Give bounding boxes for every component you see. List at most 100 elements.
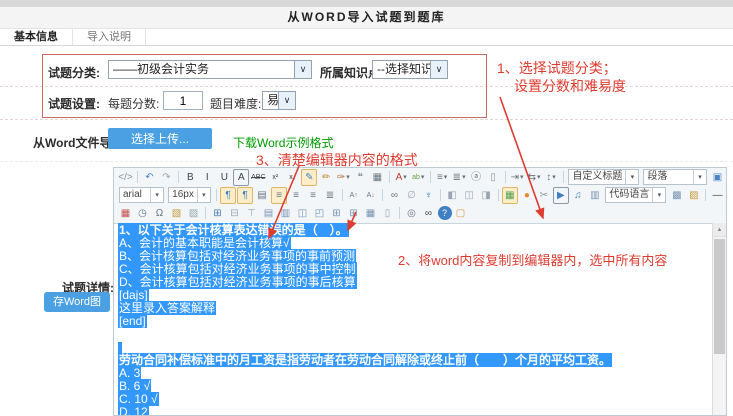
tab-import-instructions[interactable]: 导入说明 — [73, 29, 146, 45]
image-inline-icon[interactable]: ◫ — [461, 187, 477, 204]
template-icon[interactable]: ▨ — [686, 187, 702, 204]
html-source-icon[interactable]: </> — [118, 169, 134, 186]
italic-icon[interactable]: I — [199, 169, 215, 186]
ordered-list-icon[interactable]: ≡ ▾ — [434, 169, 450, 186]
top-window-strip — [0, 0, 733, 7]
indent-dropdown-icon[interactable]: ⇥ ▾ — [509, 169, 525, 186]
special-char-icon[interactable]: Ω — [152, 205, 168, 222]
insert-music-icon[interactable]: ♫ — [570, 187, 586, 204]
image-note-icon[interactable]: ▧ — [169, 205, 185, 222]
insert-image-icon[interactable]: ▦ — [501, 186, 518, 204]
paragraph-select[interactable]: 段落 ▾ — [643, 169, 707, 185]
insert-code-icon[interactable]: ▩ — [669, 187, 685, 204]
table-text-icon[interactable]: ▦ — [369, 169, 385, 186]
clipboard-icon[interactable]: ▢ — [453, 205, 469, 222]
format-brush-icon[interactable]: ✏ — [318, 169, 334, 186]
anchor-icon[interactable]: ♆ — [420, 187, 436, 204]
image-right-icon[interactable]: ◨ — [478, 187, 494, 204]
insert-col-right-icon[interactable]: ⊞ — [346, 205, 362, 222]
chevron-down-icon[interactable]: ∨ — [430, 61, 447, 78]
category-select[interactable]: ——初级会计实务 ∨ — [108, 60, 312, 79]
chevron-down-icon[interactable]: ▾ — [150, 188, 163, 202]
chevron-down-icon[interactable]: ∨ — [278, 92, 295, 109]
paragraph-rtl-icon[interactable]: ¶ — [237, 186, 254, 204]
paint-format-icon[interactable]: ✑ ▾ — [335, 169, 351, 186]
underline-icon[interactable]: U — [216, 169, 232, 186]
difficulty-select[interactable]: 易 ∨ — [262, 91, 296, 110]
table-style-icon[interactable]: ▦ — [363, 205, 379, 222]
insert-row-icon[interactable]: ▤ — [261, 205, 277, 222]
selected-text: [end] — [118, 314, 147, 328]
insert-col-icon[interactable]: ▥ — [278, 205, 294, 222]
superscript-icon[interactable]: x² — [267, 169, 283, 186]
insert-date-icon[interactable]: ▦ — [118, 205, 134, 222]
unordered-list-icon[interactable]: ≣ ▾ — [451, 169, 467, 186]
text-indent-icon[interactable]: ▤ — [254, 187, 270, 204]
undo-icon[interactable]: ↶ — [141, 169, 157, 186]
chevron-down-icon[interactable]: ▾ — [693, 170, 706, 184]
score-input[interactable] — [163, 91, 203, 110]
subscript-icon[interactable]: x₂ — [284, 169, 300, 186]
fullscreen-icon[interactable]: ▣ — [710, 169, 726, 186]
image-left-icon[interactable]: ◧ — [444, 187, 460, 204]
custom-title-select[interactable]: 自定义标题 ▾ — [568, 169, 640, 185]
search-icon[interactable]: ◎ — [404, 205, 420, 222]
auto-typeset-icon[interactable]: ⓐ — [468, 169, 484, 186]
download-word-sample-link[interactable]: 下载Word示例格式 — [233, 134, 333, 151]
bold-icon[interactable]: B — [182, 169, 198, 186]
insert-time-icon[interactable]: ◷ — [135, 205, 151, 222]
selected-text: C、会计核算包括对经济业务事项的事中控制 — [118, 262, 357, 276]
toolbar-separator — [177, 171, 179, 183]
scroll-up-icon[interactable]: ▲ — [713, 223, 726, 237]
scrollbar-thumb[interactable] — [714, 239, 725, 354]
paragraph-ltr-icon[interactable]: ¶ — [220, 186, 237, 204]
help-icon[interactable]: ? — [437, 206, 452, 220]
insert-table-icon[interactable]: ⊞ — [210, 205, 226, 222]
insert-row-below-icon[interactable]: ⊞ — [329, 205, 345, 222]
link-icon[interactable]: ∞ — [386, 187, 402, 204]
code-language-select[interactable]: 代码语言 ▾ — [605, 187, 667, 203]
horizontal-rule-icon[interactable]: — — [710, 187, 726, 204]
highlight-color-icon[interactable]: ab ▾ — [410, 169, 426, 186]
align-justify-icon[interactable]: ≣ — [322, 187, 338, 204]
table-header-icon[interactable]: ⊤ — [244, 205, 260, 222]
letter-spacing-decrease-icon[interactable]: A↓ — [363, 187, 379, 204]
toolbar-separator — [497, 189, 499, 201]
font-family-select[interactable]: arial ▾ — [119, 187, 165, 203]
line-height-icon[interactable]: ↕ ▾ — [543, 169, 559, 186]
annotation-1: 1、选择试题分类； 设置分数和难易度 — [497, 59, 626, 95]
chevron-down-icon[interactable]: ▾ — [625, 170, 638, 184]
align-center-icon[interactable]: ≡ — [288, 187, 304, 204]
chevron-down-icon[interactable]: ∨ — [294, 61, 311, 78]
align-left-icon[interactable]: ≡ — [271, 186, 288, 204]
map-icon[interactable]: ▨ — [186, 205, 202, 222]
page-break-icon[interactable]: ▯ — [380, 205, 396, 222]
align-right-icon[interactable]: ≡ — [305, 187, 321, 204]
upload-button[interactable]: 选择上传... — [108, 128, 212, 149]
screenshot-icon[interactable]: ✂ — [536, 187, 552, 204]
chevron-down-icon[interactable]: ▾ — [196, 188, 210, 202]
blockquote-icon[interactable]: ❝ — [352, 169, 368, 186]
spacing-dropdown-icon[interactable]: ⇆ ▾ — [526, 169, 542, 186]
new-doc-icon[interactable]: ▯ — [485, 169, 501, 186]
font-color-icon[interactable]: A ▾ — [393, 169, 409, 186]
scrawl-icon[interactable]: ● — [519, 187, 535, 204]
chevron-down-icon[interactable]: ▾ — [652, 188, 665, 202]
tab-basic-info[interactable]: 基本信息 — [0, 29, 73, 45]
split-cell-icon[interactable]: ◰ — [312, 205, 328, 222]
unlink-icon[interactable]: ∅ — [403, 187, 419, 204]
find-replace-icon[interactable]: ∞ — [421, 205, 437, 222]
font-size-select[interactable]: 16px ▾ — [168, 187, 211, 203]
save-word-images-button[interactable]: 存Word图片 — [44, 292, 110, 324]
editor-scrollbar[interactable]: ▲ — [712, 223, 726, 415]
letter-spacing-increase-icon[interactable]: A↑ — [346, 187, 362, 204]
delete-table-icon[interactable]: ⊟ — [227, 205, 243, 222]
merge-cells-icon[interactable]: ◫ — [295, 205, 311, 222]
redo-icon[interactable]: ↷ — [158, 169, 174, 186]
insert-chart-icon[interactable]: ▥ — [587, 187, 603, 204]
knowledge-point-select[interactable]: --选择知识点-- ∨ — [372, 60, 448, 79]
insert-video-icon[interactable]: ▶ — [552, 186, 569, 204]
format-eraser-icon[interactable]: ✎ — [301, 168, 318, 186]
strikethrough-icon[interactable]: ABC — [250, 169, 266, 186]
text-border-icon[interactable]: A — [233, 168, 250, 186]
